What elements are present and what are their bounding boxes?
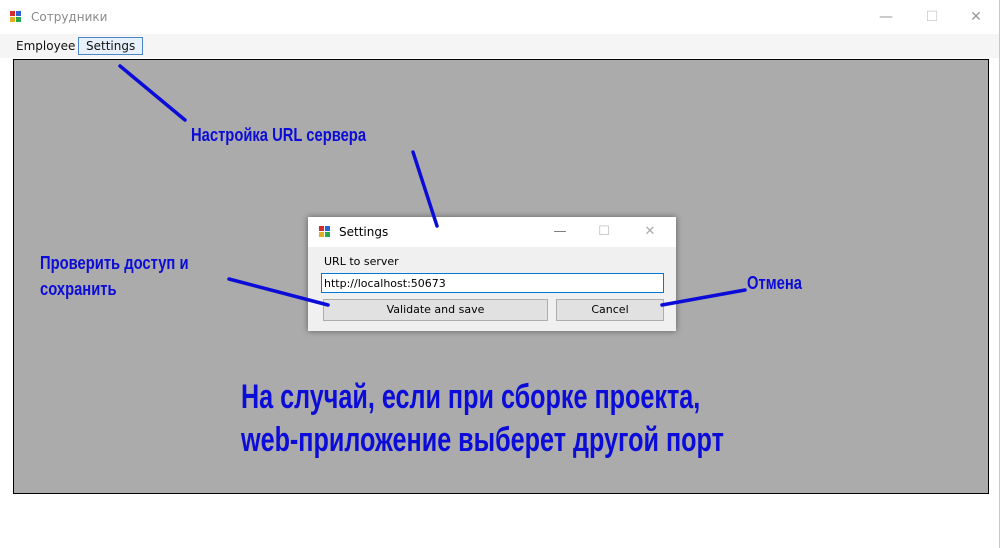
- settings-dialog: Settings — ☐ ✕ URL to server Validate an…: [308, 217, 676, 331]
- annotation-cancel: Отмена: [747, 273, 802, 293]
- window-title: Сотрудники: [31, 10, 108, 24]
- title-bar: Сотрудники — ☐ ✕: [0, 0, 999, 34]
- menu-settings[interactable]: Settings: [78, 37, 144, 55]
- annotation-footer-line2: web-приложение выберет другой порт: [241, 421, 724, 459]
- annotation-validate-line1: Проверить доступ и: [40, 253, 189, 273]
- minimize-button[interactable]: —: [863, 0, 909, 34]
- dialog-app-icon: [319, 226, 331, 238]
- annotation-validate-line2: сохранить: [40, 279, 117, 299]
- annotation-footer-line1: На случай, если при сборке проекта,: [241, 378, 701, 416]
- url-input[interactable]: [321, 273, 664, 293]
- dialog-title: Settings: [339, 225, 389, 239]
- cancel-button[interactable]: Cancel: [556, 299, 664, 321]
- maximize-button[interactable]: ☐: [909, 0, 955, 34]
- dialog-close-button[interactable]: ✕: [627, 217, 673, 247]
- menu-bar: Employee Settings: [0, 34, 999, 58]
- url-label: URL to server: [324, 255, 399, 268]
- menu-employee[interactable]: Employee: [9, 37, 82, 55]
- validate-save-button[interactable]: Validate and save: [323, 299, 548, 321]
- dialog-minimize-button[interactable]: —: [537, 217, 583, 247]
- annotation-settings-url: Настройка URL сервера: [191, 125, 367, 145]
- app-icon: [10, 11, 22, 23]
- dialog-maximize-button[interactable]: ☐: [581, 217, 627, 247]
- dialog-title-bar: Settings — ☐ ✕: [308, 217, 676, 247]
- window-border: [999, 0, 1000, 548]
- close-button[interactable]: ✕: [953, 0, 999, 34]
